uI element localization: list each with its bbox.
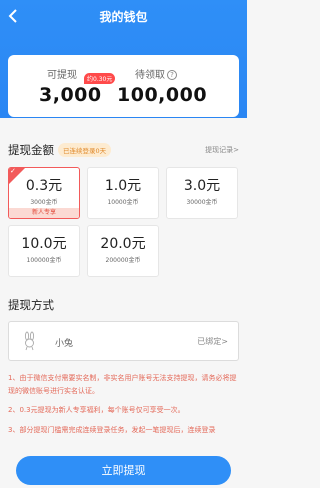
amount-coins: 100000金币	[26, 257, 62, 264]
amount-section-title: 提现金额	[8, 143, 54, 157]
note-item: 2、0.3元提现为新人专享福利，每个账号仅可享受一次。	[8, 406, 185, 414]
amount-value: 3.0元	[183, 178, 221, 194]
amount-option-20-0[interactable]: 20.0元 200000金币	[87, 225, 159, 277]
withdrawable-label: 可提现	[47, 70, 77, 81]
account-name: 小兔	[55, 339, 74, 349]
pending-value: 100,000	[117, 84, 208, 106]
rabbit-avatar-icon	[24, 331, 35, 351]
amount-coins: 10000金币	[107, 199, 139, 206]
withdrawable-value: 3,000	[39, 84, 102, 106]
amount-coins: 3000金币	[30, 199, 58, 206]
method-section-title: 提现方式	[8, 298, 54, 312]
amount-value: 1.0元	[104, 178, 142, 194]
amount-option-0-3[interactable]: ✓ 0.3元 3000金币 新人专享	[8, 167, 80, 219]
amount-value: 10.0元	[21, 236, 67, 252]
help-icon[interactable]: ?	[167, 70, 177, 80]
pending-label: 待领取	[135, 70, 165, 81]
withdraw-now-button[interactable]: 立即提现	[16, 456, 231, 485]
notes-list: 1、由于微信支付需要实名制，非实名用户账号无法支持提现，请务必将提现的微信账号进…	[8, 372, 239, 443]
page-title: 我的钱包	[99, 10, 148, 24]
note-item: 3、部分提现门槛需完成连续登录任务，发起一笔提现后，连续登录	[8, 425, 216, 434]
withdraw-record-link[interactable]: 提现记录>	[205, 145, 239, 155]
amount-coins: 200000金币	[105, 257, 141, 264]
pending-label-row: 待领取?	[135, 66, 177, 81]
amount-option-3-0[interactable]: 3.0元 30000金币	[166, 167, 238, 219]
amount-coins: 30000金币	[186, 199, 218, 206]
bind-status: 已绑定>	[197, 337, 228, 346]
amount-option-10-0[interactable]: 10.0元 100000金币	[8, 225, 80, 277]
login-streak-badge: 已连续登录0天	[58, 143, 112, 157]
note-item: 1、由于微信支付需要实名制，非实名用户账号无法支持提现，请务必将提现的微信账号进…	[8, 374, 237, 395]
amount-value: 20.0元	[100, 236, 146, 252]
withdraw-method-row[interactable]: 小兔 已绑定>	[8, 321, 239, 361]
new-user-tag: 新人专享	[9, 208, 79, 218]
approx-value-badge: 约0.30元	[84, 73, 116, 84]
amount-option-1-0[interactable]: 1.0元 10000金币	[87, 167, 159, 219]
check-icon: ✓	[10, 167, 16, 175]
